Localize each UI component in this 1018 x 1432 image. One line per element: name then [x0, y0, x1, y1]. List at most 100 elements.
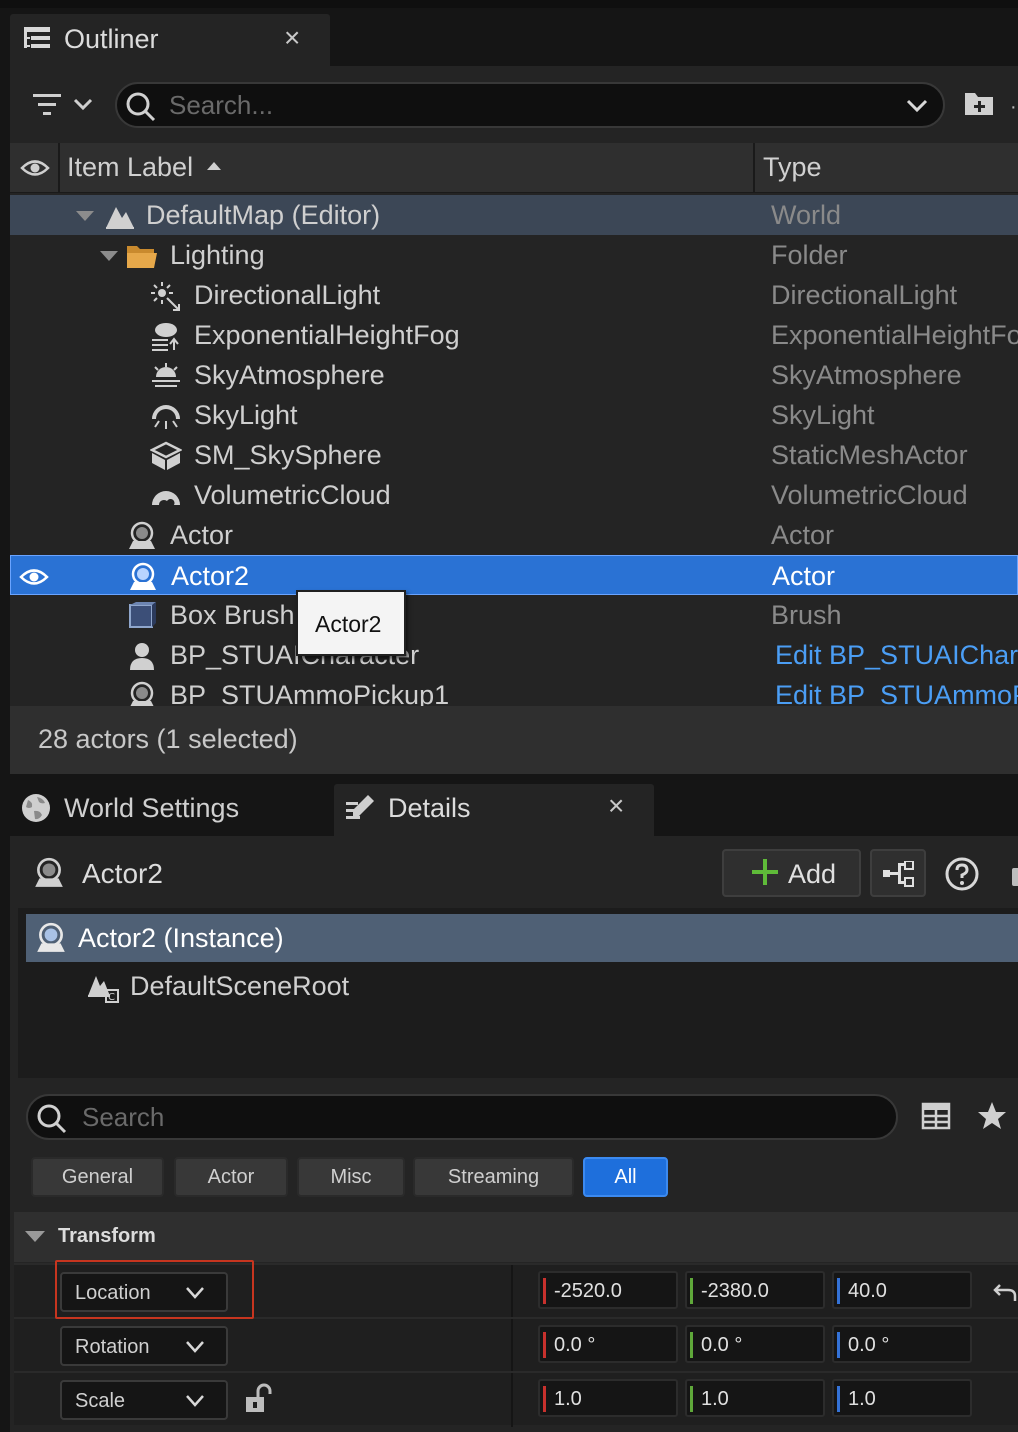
- highlight-box: [55, 1260, 254, 1319]
- favorites-button[interactable]: [976, 1100, 1012, 1136]
- add-label: Add: [788, 859, 837, 889]
- component-instance-row[interactable]: Actor2 (Instance): [26, 914, 1018, 962]
- chevron-down-icon: [185, 1394, 205, 1408]
- actor-icon: [32, 856, 66, 890]
- row-type: StaticMeshActor: [771, 440, 968, 470]
- static-mesh-icon: [150, 441, 182, 471]
- filter-misc[interactable]: Misc: [297, 1157, 405, 1197]
- add-component-button[interactable]: Add: [722, 849, 861, 897]
- tree-row[interactable]: ExponentialHeightFog ExponentialHeightFo: [10, 315, 1018, 355]
- expand-arrow-icon[interactable]: [100, 251, 118, 261]
- scale-y-field[interactable]: 1.0: [685, 1379, 825, 1417]
- scale-z-field[interactable]: 1.0: [832, 1379, 972, 1417]
- tree-row[interactable]: BP_STUAmmoPickup1 Edit BP_STUAmmoP: [10, 675, 1018, 706]
- value: -2380.0: [701, 1280, 769, 1302]
- reset-arrow-icon[interactable]: [992, 1281, 1018, 1303]
- column-divider: [511, 1319, 513, 1373]
- fog-icon: [150, 321, 182, 351]
- tooltip-text: Actor2: [315, 611, 382, 637]
- location-y-field[interactable]: -2380.0: [685, 1271, 825, 1309]
- scale-dropdown[interactable]: Scale: [60, 1380, 228, 1420]
- close-icon[interactable]: ×: [608, 790, 624, 822]
- outliner-tree: DefaultMap (Editor) World Lighting Folde…: [10, 195, 1018, 706]
- sky-atmosphere-icon: [150, 361, 182, 391]
- more-options-icon[interactable]: ·: [1010, 96, 1018, 118]
- eye-icon[interactable]: [20, 157, 50, 179]
- details-search[interactable]: [26, 1094, 898, 1140]
- search-input[interactable]: [169, 89, 869, 121]
- rotation-y-field[interactable]: 0.0 °: [685, 1325, 825, 1363]
- search-input[interactable]: [82, 1101, 862, 1133]
- world-icon: [104, 201, 136, 231]
- chevron-down-icon[interactable]: [905, 94, 929, 118]
- transform-section-header[interactable]: Transform: [14, 1212, 1018, 1262]
- character-icon: [126, 641, 158, 671]
- rotation-dropdown[interactable]: Rotation: [60, 1326, 228, 1366]
- row-label: SkyLight: [194, 400, 298, 430]
- filter-actor[interactable]: Actor: [174, 1157, 288, 1197]
- tree-row[interactable]: SkyAtmosphere SkyAtmosphere: [10, 355, 1018, 395]
- filter-icon: [33, 94, 93, 115]
- tree-row[interactable]: VolumetricCloud VolumetricCloud: [10, 475, 1018, 515]
- tree-row-world[interactable]: DefaultMap (Editor) World: [10, 195, 1018, 235]
- blueprint-button[interactable]: [870, 849, 926, 897]
- location-x-field[interactable]: -2520.0: [538, 1271, 678, 1309]
- component-row[interactable]: C DefaultSceneRoot: [26, 966, 1018, 1006]
- row-label: SkyAtmosphere: [194, 360, 385, 390]
- tree-row[interactable]: SM_SkySphere StaticMeshActor: [10, 435, 1018, 475]
- scale-x-field[interactable]: 1.0: [538, 1379, 678, 1417]
- tab-world-settings[interactable]: World Settings: [10, 784, 330, 834]
- globe-icon: [20, 792, 52, 824]
- value: -2520.0: [554, 1280, 622, 1302]
- property-matrix-button[interactable]: [920, 1100, 956, 1136]
- tree-row[interactable]: BP_STUAICharacter Edit BP_STUAIChara: [10, 635, 1018, 675]
- column-divider: [58, 143, 60, 193]
- actor-name[interactable]: Actor2: [82, 858, 163, 890]
- value: 1.0: [701, 1388, 729, 1410]
- row-label: Lighting: [170, 240, 265, 270]
- rotation-z-field[interactable]: 0.0 °: [832, 1325, 972, 1363]
- column-type[interactable]: Type: [763, 152, 822, 183]
- filter-streaming[interactable]: Streaming: [413, 1157, 574, 1197]
- location-z-field[interactable]: 40.0: [832, 1271, 972, 1309]
- filter-all[interactable]: All: [583, 1157, 668, 1197]
- y-axis-marker: [690, 1386, 693, 1412]
- actor-icon: [126, 521, 158, 551]
- tree-row[interactable]: Box Brush Brush: [10, 595, 1018, 635]
- filter-button[interactable]: [30, 86, 100, 126]
- component-label: Actor2 (Instance): [78, 923, 284, 953]
- edit-blueprint-link[interactable]: Edit BP_STUAmmoP: [775, 680, 1018, 706]
- help-button[interactable]: [944, 856, 980, 892]
- tab-outliner[interactable]: Outliner ×: [10, 14, 330, 66]
- close-icon[interactable]: ×: [284, 22, 300, 54]
- overflow-icon[interactable]: [1012, 868, 1018, 886]
- eye-icon[interactable]: [19, 566, 49, 588]
- tree-row-selected[interactable]: Actor2 Actor: [10, 555, 1018, 595]
- row-label: BP_STUAmmoPickup1: [170, 680, 450, 706]
- tree-row[interactable]: SkyLight SkyLight: [10, 395, 1018, 435]
- row-type: VolumetricCloud: [771, 480, 968, 510]
- value: 1.0: [554, 1388, 582, 1410]
- collapse-arrow-icon[interactable]: [25, 1231, 45, 1242]
- outliner-search[interactable]: [115, 82, 945, 128]
- column-divider[interactable]: [753, 143, 755, 193]
- blueprint-icon: [883, 861, 914, 887]
- x-axis-marker: [543, 1332, 546, 1358]
- rotation-x-field[interactable]: 0.0 °: [538, 1325, 678, 1363]
- section-title: Transform: [58, 1225, 156, 1247]
- tab-details[interactable]: Details ×: [334, 784, 654, 836]
- search-icon: [125, 91, 157, 123]
- sort-ascending-icon: [207, 162, 221, 170]
- column-item-label[interactable]: Item Label: [67, 152, 193, 183]
- property-row-rotation: Rotation 0.0 ° 0.0 ° 0.0 °: [14, 1317, 1018, 1373]
- lock-icon[interactable]: [244, 1383, 274, 1415]
- expand-arrow-icon[interactable]: [76, 211, 94, 221]
- z-axis-marker: [837, 1386, 840, 1412]
- edit-blueprint-link[interactable]: Edit BP_STUAIChara: [775, 640, 1018, 671]
- tree-row[interactable]: Actor Actor: [10, 515, 1018, 555]
- value: 0.0 °: [554, 1334, 596, 1356]
- tree-row[interactable]: DirectionalLight DirectionalLight: [10, 275, 1018, 315]
- filter-general[interactable]: General: [31, 1157, 164, 1197]
- add-folder-button[interactable]: [962, 86, 1002, 126]
- tree-row-folder[interactable]: Lighting Folder: [10, 235, 1018, 275]
